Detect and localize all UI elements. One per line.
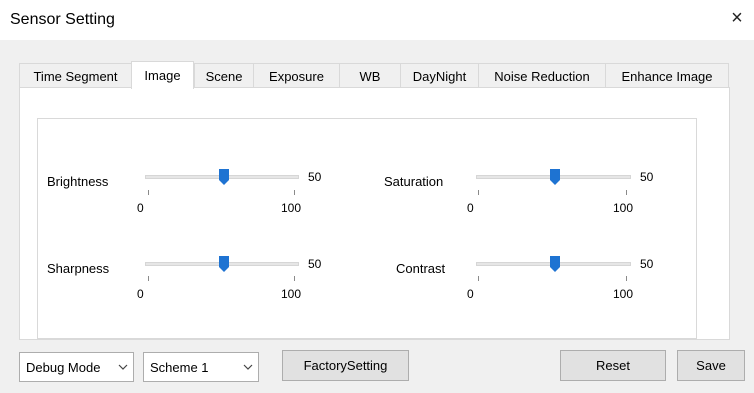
tab-wb[interactable]: WB bbox=[339, 63, 401, 88]
reset-button[interactable]: Reset bbox=[560, 350, 666, 381]
tab-enhance-image[interactable]: Enhance Image bbox=[605, 63, 729, 88]
contrast-label: Contrast bbox=[396, 261, 446, 276]
tab-label: WB bbox=[359, 68, 381, 84]
scheme-value: Scheme 1 bbox=[150, 359, 209, 375]
sharpness-tick-min bbox=[148, 276, 149, 281]
sensor-setting-dialog: Sensor Setting × Time Segment Image Scen… bbox=[0, 0, 754, 393]
saturation-max-label: 100 bbox=[613, 201, 634, 215]
brightness-value: 50 bbox=[308, 170, 322, 184]
tab-time-segment[interactable]: Time Segment bbox=[19, 63, 132, 88]
contrast-tick-min bbox=[478, 276, 479, 281]
contrast-max-label: 100 bbox=[613, 287, 634, 301]
brightness-tick-min bbox=[148, 190, 149, 195]
image-settings-group bbox=[37, 118, 697, 339]
tab-label: DayNight bbox=[412, 68, 467, 84]
debug-mode-value: Debug Mode bbox=[26, 359, 101, 375]
saturation-slider-thumb[interactable] bbox=[550, 169, 560, 185]
factory-setting-button[interactable]: FactorySetting bbox=[282, 350, 409, 381]
brightness-label: Brightness bbox=[47, 174, 109, 189]
brightness-tick-max bbox=[294, 190, 295, 195]
tab-label: Image bbox=[144, 68, 181, 83]
brightness-max-label: 100 bbox=[281, 201, 302, 215]
tab-image[interactable]: Image bbox=[131, 61, 194, 89]
saturation-tick-max bbox=[626, 190, 627, 195]
contrast-value: 50 bbox=[640, 257, 654, 271]
sharpness-min-label: 0 bbox=[137, 287, 144, 301]
tab-label: Time Segment bbox=[33, 68, 118, 84]
saturation-value: 50 bbox=[640, 170, 654, 184]
chevron-down-icon bbox=[113, 364, 133, 370]
debug-mode-select[interactable]: Debug Mode bbox=[19, 352, 134, 382]
tab-exposure[interactable]: Exposure bbox=[253, 63, 340, 88]
contrast-min-label: 0 bbox=[467, 287, 474, 301]
close-icon[interactable]: × bbox=[725, 6, 749, 30]
tab-noise-reduction[interactable]: Noise Reduction bbox=[478, 63, 606, 88]
saturation-label: Saturation bbox=[384, 174, 444, 189]
contrast-tick-max bbox=[626, 276, 627, 281]
tab-label: Enhance Image bbox=[621, 68, 713, 84]
tab-label: Exposure bbox=[269, 68, 324, 84]
sharpness-slider-thumb[interactable] bbox=[219, 256, 229, 272]
sharpness-label: Sharpness bbox=[47, 261, 110, 276]
scheme-select[interactable]: Scheme 1 bbox=[143, 352, 259, 382]
saturation-min-label: 0 bbox=[467, 201, 474, 215]
sharpness-tick-max bbox=[294, 276, 295, 281]
tab-scene[interactable]: Scene bbox=[194, 63, 254, 88]
sharpness-value: 50 bbox=[308, 257, 322, 271]
tab-label: Noise Reduction bbox=[494, 68, 590, 84]
saturation-tick-min bbox=[478, 190, 479, 195]
brightness-slider-thumb[interactable] bbox=[219, 169, 229, 185]
dialog-title: Sensor Setting bbox=[10, 11, 115, 28]
sharpness-max-label: 100 bbox=[281, 287, 302, 301]
tab-daynight[interactable]: DayNight bbox=[400, 63, 479, 88]
brightness-min-label: 0 bbox=[137, 201, 144, 215]
save-button[interactable]: Save bbox=[677, 350, 745, 381]
tab-label: Scene bbox=[205, 68, 243, 84]
chevron-down-icon bbox=[238, 364, 258, 370]
contrast-slider-thumb[interactable] bbox=[550, 256, 560, 272]
